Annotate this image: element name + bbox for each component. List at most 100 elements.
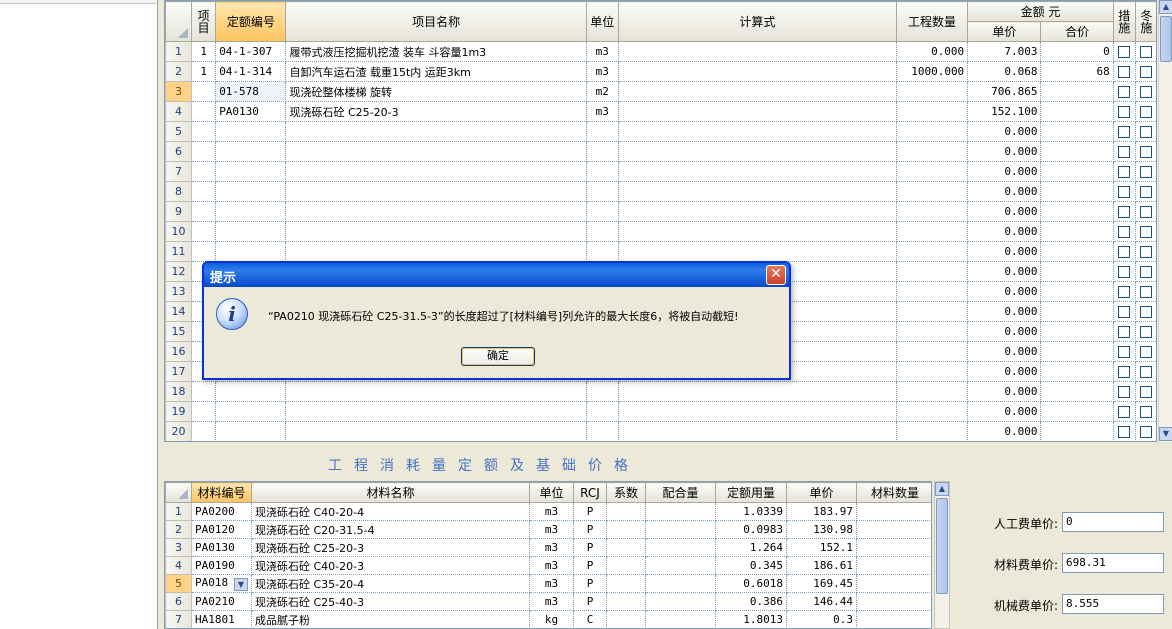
cell-name[interactable] — [285, 181, 587, 202]
measure-checkbox[interactable] — [1118, 106, 1131, 118]
cell-winter[interactable] — [1134, 361, 1156, 382]
material-cell-mix[interactable] — [645, 538, 716, 557]
material-scroll-thumb[interactable] — [936, 498, 948, 594]
material-cell-rcj[interactable]: P — [573, 538, 607, 557]
measure-checkbox[interactable] — [1118, 186, 1131, 198]
cell-code[interactable] — [215, 201, 287, 222]
cell-formula[interactable] — [617, 101, 897, 122]
cell-formula[interactable] — [617, 221, 897, 242]
winter-checkbox[interactable] — [1140, 226, 1153, 238]
measure-checkbox[interactable] — [1118, 266, 1131, 278]
cell-item[interactable]: 1 — [191, 61, 217, 82]
measure-checkbox[interactable] — [1118, 206, 1131, 218]
cell-measure[interactable] — [1112, 161, 1136, 182]
corner-cell[interactable] — [165, 1, 193, 42]
winter-checkbox[interactable] — [1140, 286, 1153, 298]
cell-total[interactable]: 68 — [1040, 61, 1114, 82]
cell-item[interactable] — [191, 421, 217, 441]
machine-fee-field[interactable]: 8.555 — [1062, 594, 1164, 614]
row-number[interactable]: 1 — [165, 41, 193, 62]
material-cell-price[interactable]: 130.98 — [786, 520, 857, 539]
material-cell-coef[interactable] — [606, 502, 646, 521]
cell-price[interactable]: 0.000 — [967, 161, 1042, 182]
row-number[interactable]: 15 — [165, 321, 193, 342]
cell-measure[interactable] — [1112, 121, 1136, 142]
cell-total[interactable] — [1040, 201, 1114, 222]
cell-price[interactable]: 0.000 — [967, 241, 1042, 262]
material-cell-code[interactable]: PA0200 — [191, 502, 252, 521]
cell-total[interactable] — [1040, 221, 1114, 242]
cell-winter[interactable] — [1134, 141, 1156, 162]
cell-name[interactable]: 自卸汽车运石渣 载重15t内 运距3km — [285, 61, 587, 82]
col-unit-price[interactable]: 单价 — [967, 21, 1042, 42]
mcol-count[interactable]: 材料数量 — [856, 482, 931, 503]
cell-total[interactable] — [1040, 241, 1114, 262]
material-row[interactable]: 1 PA0200 现浇砾石砼 C40-20-4 m3 P 1.0339 183.97 — [165, 502, 931, 521]
cell-item[interactable] — [191, 201, 217, 222]
cell-code[interactable]: 01-578 — [215, 81, 287, 102]
cell-code[interactable]: PA0130 — [215, 101, 287, 122]
mcol-name[interactable]: 材料名称 — [251, 482, 530, 503]
cell-qty[interactable] — [895, 201, 969, 222]
row-number[interactable]: 11 — [165, 241, 193, 262]
measure-checkbox[interactable] — [1118, 46, 1131, 58]
winter-checkbox[interactable] — [1140, 106, 1153, 118]
cell-code[interactable] — [215, 141, 287, 162]
cell-total[interactable] — [1040, 361, 1114, 382]
table-row[interactable]: 20 0.000 — [165, 421, 1156, 441]
measure-checkbox[interactable] — [1118, 226, 1131, 238]
material-cell-name[interactable]: 现浇砾石砼 C35-20-4 — [251, 574, 530, 593]
material-cell-price[interactable]: 0.3 — [786, 610, 857, 628]
cell-qty[interactable] — [895, 141, 969, 162]
cell-price[interactable]: 0.000 — [967, 401, 1042, 422]
cell-winter[interactable] — [1134, 121, 1156, 142]
material-cell-coef[interactable] — [606, 610, 646, 628]
cell-item[interactable] — [191, 81, 217, 102]
cell-unit[interactable] — [585, 421, 619, 441]
cell-total[interactable]: 0 — [1040, 41, 1114, 62]
cell-measure[interactable] — [1112, 41, 1136, 62]
cell-price[interactable]: 0.000 — [967, 221, 1042, 242]
measure-checkbox[interactable] — [1118, 346, 1131, 358]
cell-measure[interactable] — [1112, 281, 1136, 302]
winter-checkbox[interactable] — [1140, 266, 1153, 278]
row-number[interactable]: 13 — [165, 281, 193, 302]
cell-formula[interactable] — [617, 181, 897, 202]
cell-measure[interactable] — [1112, 401, 1136, 422]
cell-qty[interactable] — [895, 241, 969, 262]
cell-winter[interactable] — [1134, 381, 1156, 402]
material-cell-mix[interactable] — [645, 592, 716, 611]
material-row-number[interactable]: 1 — [165, 502, 192, 521]
material-cell-coef[interactable] — [606, 538, 646, 557]
cell-unit[interactable]: m3 — [585, 41, 619, 62]
row-number[interactable]: 8 — [165, 181, 193, 202]
cell-measure[interactable] — [1112, 101, 1136, 122]
cell-winter[interactable] — [1134, 61, 1156, 82]
cell-measure[interactable] — [1112, 341, 1136, 362]
table-row[interactable]: 7 0.000 — [165, 161, 1156, 182]
cell-price[interactable]: 0.000 — [967, 141, 1042, 162]
measure-checkbox[interactable] — [1118, 126, 1131, 138]
measure-checkbox[interactable] — [1118, 246, 1131, 258]
cell-qty[interactable]: 0.000 — [895, 41, 969, 62]
winter-checkbox[interactable] — [1140, 346, 1153, 358]
cell-code[interactable] — [215, 381, 287, 402]
winter-checkbox[interactable] — [1140, 146, 1153, 158]
row-number[interactable]: 5 — [165, 121, 193, 142]
cell-name[interactable] — [285, 161, 587, 182]
cell-winter[interactable] — [1134, 301, 1156, 322]
cell-total[interactable] — [1040, 281, 1114, 302]
cell-measure[interactable] — [1112, 141, 1136, 162]
cell-code[interactable] — [215, 241, 287, 262]
row-number[interactable]: 16 — [165, 341, 193, 362]
material-row[interactable]: 4 PA0190 现浇砾石砼 C40-20-3 m3 P 0.345 186.61 — [165, 556, 931, 575]
table-row[interactable]: 19 0.000 — [165, 401, 1156, 422]
cell-name[interactable] — [285, 201, 587, 222]
winter-checkbox[interactable] — [1140, 426, 1153, 438]
cell-price[interactable]: 0.000 — [967, 281, 1042, 302]
col-total[interactable]: 合价 — [1040, 21, 1114, 42]
measure-checkbox[interactable] — [1118, 286, 1131, 298]
material-cell-code[interactable]: PA0190 — [191, 556, 252, 575]
measure-checkbox[interactable] — [1118, 306, 1131, 318]
cell-price[interactable]: 152.100 — [967, 101, 1042, 122]
